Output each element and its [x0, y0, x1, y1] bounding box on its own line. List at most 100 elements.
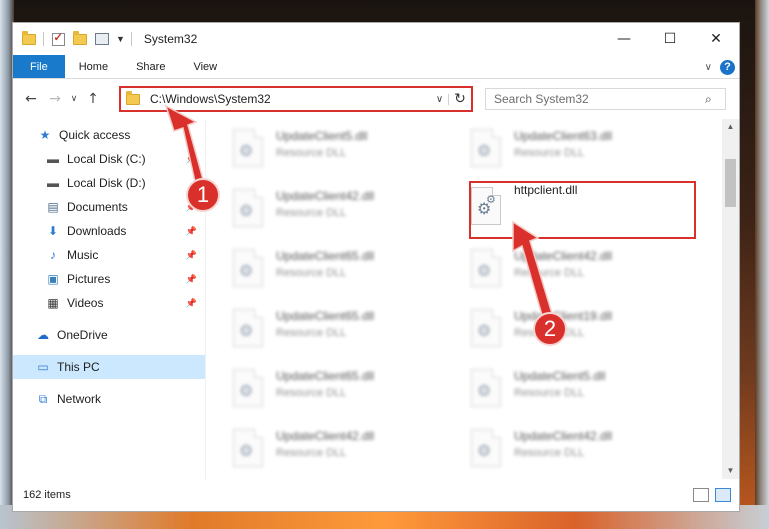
- sidebar-item-label: Videos: [67, 296, 104, 310]
- scrollbar-thumb[interactable]: [725, 159, 736, 207]
- file-type: Resource DLL: [514, 387, 585, 399]
- forward-arrow-icon[interactable]: →: [43, 87, 67, 111]
- file-type: Resource DLL: [276, 267, 347, 279]
- scroll-up-icon[interactable]: ▲: [722, 119, 739, 135]
- file-name: UpdateClient42.dll: [514, 429, 613, 443]
- title-separator: [43, 32, 44, 46]
- sidebar-item-label: Local Disk (C:): [67, 152, 146, 166]
- background-frost-right: [755, 0, 769, 529]
- cloud-icon: ☁: [37, 328, 49, 342]
- file-item[interactable]: ⚙ UpdateClient65.dll Resource DLL: [230, 363, 460, 417]
- main-content: ★ Quick access ▬ Local Disk (C:) 📌 ▬ Loc…: [13, 119, 739, 479]
- tab-view[interactable]: View: [179, 55, 231, 78]
- sidebar-item-pictures[interactable]: ▣ Pictures 📌: [13, 267, 205, 291]
- pictures-icon: ▣: [47, 272, 59, 286]
- folder-icon: [21, 30, 37, 47]
- file-item[interactable]: ⚙ UpdateClient42.dll Resource DLL: [468, 243, 698, 297]
- back-arrow-icon[interactable]: ←: [19, 87, 43, 111]
- file-item[interactable]: ⚙ UpdateClient19.dllResource DLL: [468, 303, 698, 357]
- tab-share[interactable]: Share: [122, 55, 179, 78]
- sidebar-item-local-disk-c[interactable]: ▬ Local Disk (C:) 📌: [13, 147, 205, 171]
- help-icon[interactable]: ?: [720, 59, 735, 75]
- minimize-button[interactable]: —: [601, 23, 647, 55]
- file-type: Resource DLL: [514, 267, 585, 279]
- file-item[interactable]: ⚙ UpdateClient42.dll Resource DLL: [468, 423, 698, 477]
- address-path[interactable]: C:\Windows\System32: [150, 92, 431, 106]
- address-dropdown-chevron-icon[interactable]: ∨: [431, 93, 449, 105]
- search-icon[interactable]: ⌕: [705, 92, 725, 107]
- large-icons-view-icon[interactable]: [715, 488, 731, 502]
- file-name: UpdateClient5.dll: [514, 369, 606, 383]
- sidebar-item-label: Network: [57, 392, 102, 406]
- file-item[interactable]: ⚙ UpdateClient63.dll Resource DLL: [468, 123, 698, 177]
- file-type: Resource DLL: [276, 147, 347, 159]
- pin-icon[interactable]: 📌: [186, 250, 197, 261]
- tab-home[interactable]: Home: [65, 55, 122, 78]
- file-name: UpdateClient65.dll: [276, 249, 375, 263]
- file-name: UpdateClient42.dll: [276, 189, 375, 203]
- documents-icon: ▤: [47, 200, 59, 214]
- recent-locations-chevron-icon[interactable]: ∨: [67, 87, 81, 111]
- status-bar: 162 items: [13, 479, 739, 511]
- vertical-scrollbar[interactable]: ▲ ▼: [722, 119, 739, 479]
- new-folder-icon[interactable]: [72, 30, 88, 47]
- sidebar-item-label: Documents: [67, 200, 128, 214]
- customize-toolbar-chevron-icon[interactable]: ▼: [116, 34, 125, 44]
- file-type: Resource DLL: [276, 207, 347, 219]
- window-controls: — ☐ ✕: [601, 23, 739, 55]
- view-toggles: [693, 488, 731, 502]
- sidebar-item-label: Quick access: [59, 128, 131, 142]
- dll-file-icon: ⚙: [468, 247, 504, 291]
- file-explorer-window: ▼ System32 — ☐ ✕ File Home Share View ∨ …: [12, 22, 740, 512]
- sidebar-item-videos[interactable]: ▦ Videos 📌: [13, 291, 205, 315]
- sidebar-item-documents[interactable]: ▤ Documents 📌: [13, 195, 205, 219]
- dll-file-icon: ⚙: [230, 247, 266, 291]
- pin-icon[interactable]: 📌: [186, 274, 197, 285]
- sidebar-item-label: Music: [67, 248, 99, 262]
- expand-ribbon-chevron-icon[interactable]: ∨: [705, 62, 712, 73]
- sidebar-item-quick-access[interactable]: ★ Quick access: [13, 123, 205, 147]
- sidebar-item-label: Downloads: [67, 224, 127, 238]
- sidebar-item-label: OneDrive: [57, 328, 108, 342]
- title-separator-2: [130, 32, 132, 46]
- pin-icon[interactable]: 📌: [186, 298, 197, 309]
- close-button[interactable]: ✕: [693, 23, 739, 55]
- sidebar-item-local-disk-d[interactable]: ▬ Local Disk (D:): [13, 171, 205, 195]
- file-name: UpdateClient42.dll: [514, 249, 613, 263]
- sidebar-item-music[interactable]: ♪ Music 📌: [13, 243, 205, 267]
- downloads-icon: ⬇: [47, 224, 59, 238]
- sidebar-item-this-pc[interactable]: ▭ This PC: [13, 355, 205, 379]
- step-1-badge: 1: [186, 178, 220, 212]
- dll-file-icon: ⚙: [230, 187, 266, 231]
- address-folder-icon: [126, 90, 144, 105]
- file-name: UpdateClient63.dll: [514, 129, 613, 143]
- refresh-icon[interactable]: ↻: [449, 91, 471, 107]
- pin-icon[interactable]: 📌: [186, 154, 197, 165]
- sidebar-item-network[interactable]: ⧉ Network: [13, 387, 205, 411]
- file-item[interactable]: ⚙ UpdateClient42.dll Resource DLL: [230, 183, 460, 237]
- maximize-button[interactable]: ☐: [647, 23, 693, 55]
- scroll-down-icon[interactable]: ▼: [722, 463, 739, 479]
- up-arrow-icon[interactable]: ↑: [81, 87, 105, 111]
- sidebar-item-label: Pictures: [67, 272, 111, 286]
- dll-file-icon: ⚙: [468, 427, 504, 471]
- file-type: Resource DLL: [514, 447, 585, 459]
- sidebar-item-onedrive[interactable]: ☁ OneDrive: [13, 323, 205, 347]
- quick-access-toolbar-icon[interactable]: [94, 31, 110, 47]
- file-type: Resource DLL: [276, 387, 347, 399]
- file-item[interactable]: ⚙ UpdateClient42.dll Resource DLL: [230, 423, 460, 477]
- properties-check-icon[interactable]: [50, 31, 66, 47]
- dll-file-icon: ⚙: [230, 427, 266, 471]
- tab-file[interactable]: File: [13, 55, 65, 78]
- navigation-pane: ★ Quick access ▬ Local Disk (C:) 📌 ▬ Loc…: [13, 119, 206, 479]
- file-item[interactable]: ⚙ UpdateClient65.dll Resource DLL: [230, 243, 460, 297]
- details-view-icon[interactable]: [693, 488, 709, 502]
- file-item[interactable]: ⚙ UpdateClient5.dll Resource DLL: [230, 123, 460, 177]
- file-item[interactable]: ⚙ UpdateClient65.dll Resource DLL: [230, 303, 460, 357]
- pin-icon[interactable]: 📌: [186, 226, 197, 237]
- sidebar-item-downloads[interactable]: ⬇ Downloads 📌: [13, 219, 205, 243]
- address-bar[interactable]: C:\Windows\System32 ∨ ↻: [119, 86, 473, 112]
- file-name: UpdateClient42.dll: [276, 429, 375, 443]
- search-input[interactable]: Search System32 ⌕: [485, 88, 726, 110]
- file-item[interactable]: ⚙ UpdateClient5.dll Resource DLL: [468, 363, 698, 417]
